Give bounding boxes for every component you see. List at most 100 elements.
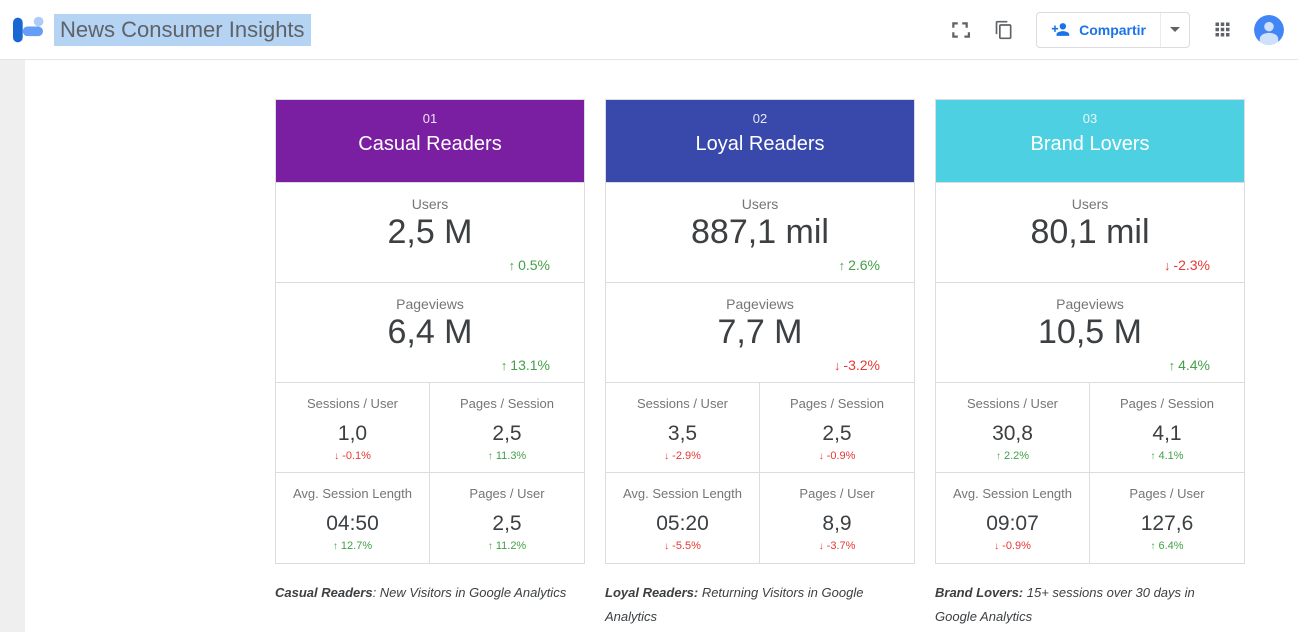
fullscreen-icon xyxy=(950,20,970,40)
metric-delta: 6.4% xyxy=(1090,540,1244,552)
metric-users: Users 80,1 mil -2.3% xyxy=(936,182,1244,282)
description-term: Casual Readers xyxy=(275,585,373,600)
metric-pageviews: Pageviews 7,7 M -3.2% xyxy=(606,282,914,382)
metric-label: Avg. Session Length xyxy=(606,473,759,501)
metric-label: Pageviews xyxy=(936,283,1244,312)
metric-label: Users xyxy=(936,183,1244,212)
metric-sessions-per-user: Sessions / User 1,0 -0.1% xyxy=(276,383,430,473)
avatar-person-icon xyxy=(1254,15,1284,45)
metric-value: 30,8 xyxy=(936,422,1089,446)
metric-delta: -5.5% xyxy=(606,540,759,552)
metric-delta: -2.3% xyxy=(1164,257,1210,273)
card-title: Casual Readers xyxy=(276,133,584,156)
metric-delta: -0.9% xyxy=(760,450,914,462)
metric-value: 05:20 xyxy=(606,512,759,536)
metric-avg-session-length: Avg. Session Length 09:07 -0.9% xyxy=(936,473,1090,563)
metric-users: Users 2,5 M 0.5% xyxy=(276,182,584,282)
segment-card-brand-lovers[interactable]: 03 Brand Lovers Users 80,1 mil -2.3% Pag… xyxy=(935,99,1245,564)
report-canvas: 01 Casual Readers Users 2,5 M 0.5% Pagev… xyxy=(0,60,1298,632)
metric-label: Users xyxy=(276,183,584,212)
metric-label: Avg. Session Length xyxy=(276,473,429,501)
metric-value: 3,5 xyxy=(606,422,759,446)
card-title: Brand Lovers xyxy=(936,133,1244,156)
fullscreen-button[interactable] xyxy=(948,18,972,42)
share-button-group: Compartir xyxy=(1036,12,1190,48)
metric-label: Avg. Session Length xyxy=(936,473,1089,501)
card-title: Loyal Readers xyxy=(606,133,914,156)
card-number: 02 xyxy=(606,100,914,126)
metric-value: 887,1 mil xyxy=(606,213,914,252)
card-number: 01 xyxy=(276,100,584,126)
metric-users: Users 887,1 mil 2.6% xyxy=(606,182,914,282)
card-number: 03 xyxy=(936,100,1244,126)
apps-grid-button[interactable] xyxy=(1210,18,1234,42)
metric-delta: -0.1% xyxy=(276,450,429,462)
metric-label: Pageviews xyxy=(276,283,584,312)
description-text: : New Visitors in Google Analytics xyxy=(373,585,567,600)
metric-label: Sessions / User xyxy=(606,383,759,411)
person-add-icon xyxy=(1051,20,1070,39)
copy-icon xyxy=(994,20,1014,40)
metric-delta: 11.2% xyxy=(430,540,584,552)
report-title[interactable]: News Consumer Insights xyxy=(54,14,311,46)
small-metrics-grid: Sessions / User 1,0 -0.1% Pages / Sessio… xyxy=(276,382,584,563)
description-term: Loyal Readers: xyxy=(605,585,698,600)
metric-delta: -3.7% xyxy=(760,540,914,552)
metric-delta: 4.1% xyxy=(1090,450,1244,462)
small-metrics-grid: Sessions / User 3,5 -2.9% Pages / Sessio… xyxy=(606,382,914,563)
data-studio-logo-icon[interactable] xyxy=(10,15,46,45)
metric-pages-per-session: Pages / Session 4,1 4.1% xyxy=(1090,383,1244,473)
card-header: 01 Casual Readers xyxy=(276,100,584,182)
top-bar: News Consumer Insights Compartir xyxy=(0,0,1298,60)
card-header: 03 Brand Lovers xyxy=(936,100,1244,182)
metric-value: 8,9 xyxy=(760,512,914,536)
segment-card-loyal-readers[interactable]: 02 Loyal Readers Users 887,1 mil 2.6% Pa… xyxy=(605,99,915,564)
metric-value: 7,7 M xyxy=(606,313,914,352)
metric-label: Pages / User xyxy=(760,473,914,501)
metric-label: Pageviews xyxy=(606,283,914,312)
metric-delta: 13.1% xyxy=(501,357,550,373)
metric-value: 4,1 xyxy=(1090,422,1244,446)
metric-value: 1,0 xyxy=(276,422,429,446)
chevron-down-icon xyxy=(1170,27,1180,32)
small-metrics-grid: Sessions / User 30,8 2.2% Pages / Sessio… xyxy=(936,382,1244,563)
metric-delta: 11.3% xyxy=(430,450,584,462)
apps-grid-icon xyxy=(1212,19,1233,40)
metric-sessions-per-user: Sessions / User 30,8 2.2% xyxy=(936,383,1090,473)
metric-value: 09:07 xyxy=(936,512,1089,536)
metric-value: 10,5 M xyxy=(936,313,1244,352)
metric-delta: 2.2% xyxy=(936,450,1089,462)
share-button[interactable]: Compartir xyxy=(1037,13,1160,47)
copy-report-button[interactable] xyxy=(992,18,1016,42)
metric-delta: 4.4% xyxy=(1169,357,1210,373)
metric-label: Pages / User xyxy=(1090,473,1244,501)
metric-value: 04:50 xyxy=(276,512,429,536)
metric-pages-per-user: Pages / User 127,6 6.4% xyxy=(1090,473,1244,563)
metric-pages-per-session: Pages / Session 2,5 -0.9% xyxy=(760,383,914,473)
metric-pageviews: Pageviews 6,4 M 13.1% xyxy=(276,282,584,382)
segment-description-loyal-readers: Loyal Readers: Returning Visitors in Goo… xyxy=(605,581,910,629)
metric-value: 2,5 xyxy=(760,422,914,446)
canvas-left-gutter xyxy=(0,60,25,632)
metric-label: Pages / Session xyxy=(760,383,914,411)
segment-card-casual-readers[interactable]: 01 Casual Readers Users 2,5 M 0.5% Pagev… xyxy=(275,99,585,564)
metric-pages-per-user: Pages / User 2,5 11.2% xyxy=(430,473,584,563)
metric-value: 2,5 xyxy=(430,512,584,536)
metric-delta: 12.7% xyxy=(276,540,429,552)
metric-value: 2,5 M xyxy=(276,213,584,252)
metric-avg-session-length: Avg. Session Length 04:50 12.7% xyxy=(276,473,430,563)
metric-delta: -0.9% xyxy=(936,540,1089,552)
metric-label: Users xyxy=(606,183,914,212)
metric-label: Sessions / User xyxy=(276,383,429,411)
metric-delta: 0.5% xyxy=(509,257,550,273)
metric-delta: 2.6% xyxy=(839,257,880,273)
share-button-label: Compartir xyxy=(1079,22,1146,38)
user-avatar[interactable] xyxy=(1254,15,1284,45)
metric-label: Pages / Session xyxy=(430,383,584,411)
card-header: 02 Loyal Readers xyxy=(606,100,914,182)
metric-label: Pages / User xyxy=(430,473,584,501)
metric-label: Sessions / User xyxy=(936,383,1089,411)
metric-sessions-per-user: Sessions / User 3,5 -2.9% xyxy=(606,383,760,473)
metric-pages-per-session: Pages / Session 2,5 11.3% xyxy=(430,383,584,473)
share-options-dropdown[interactable] xyxy=(1160,13,1189,47)
